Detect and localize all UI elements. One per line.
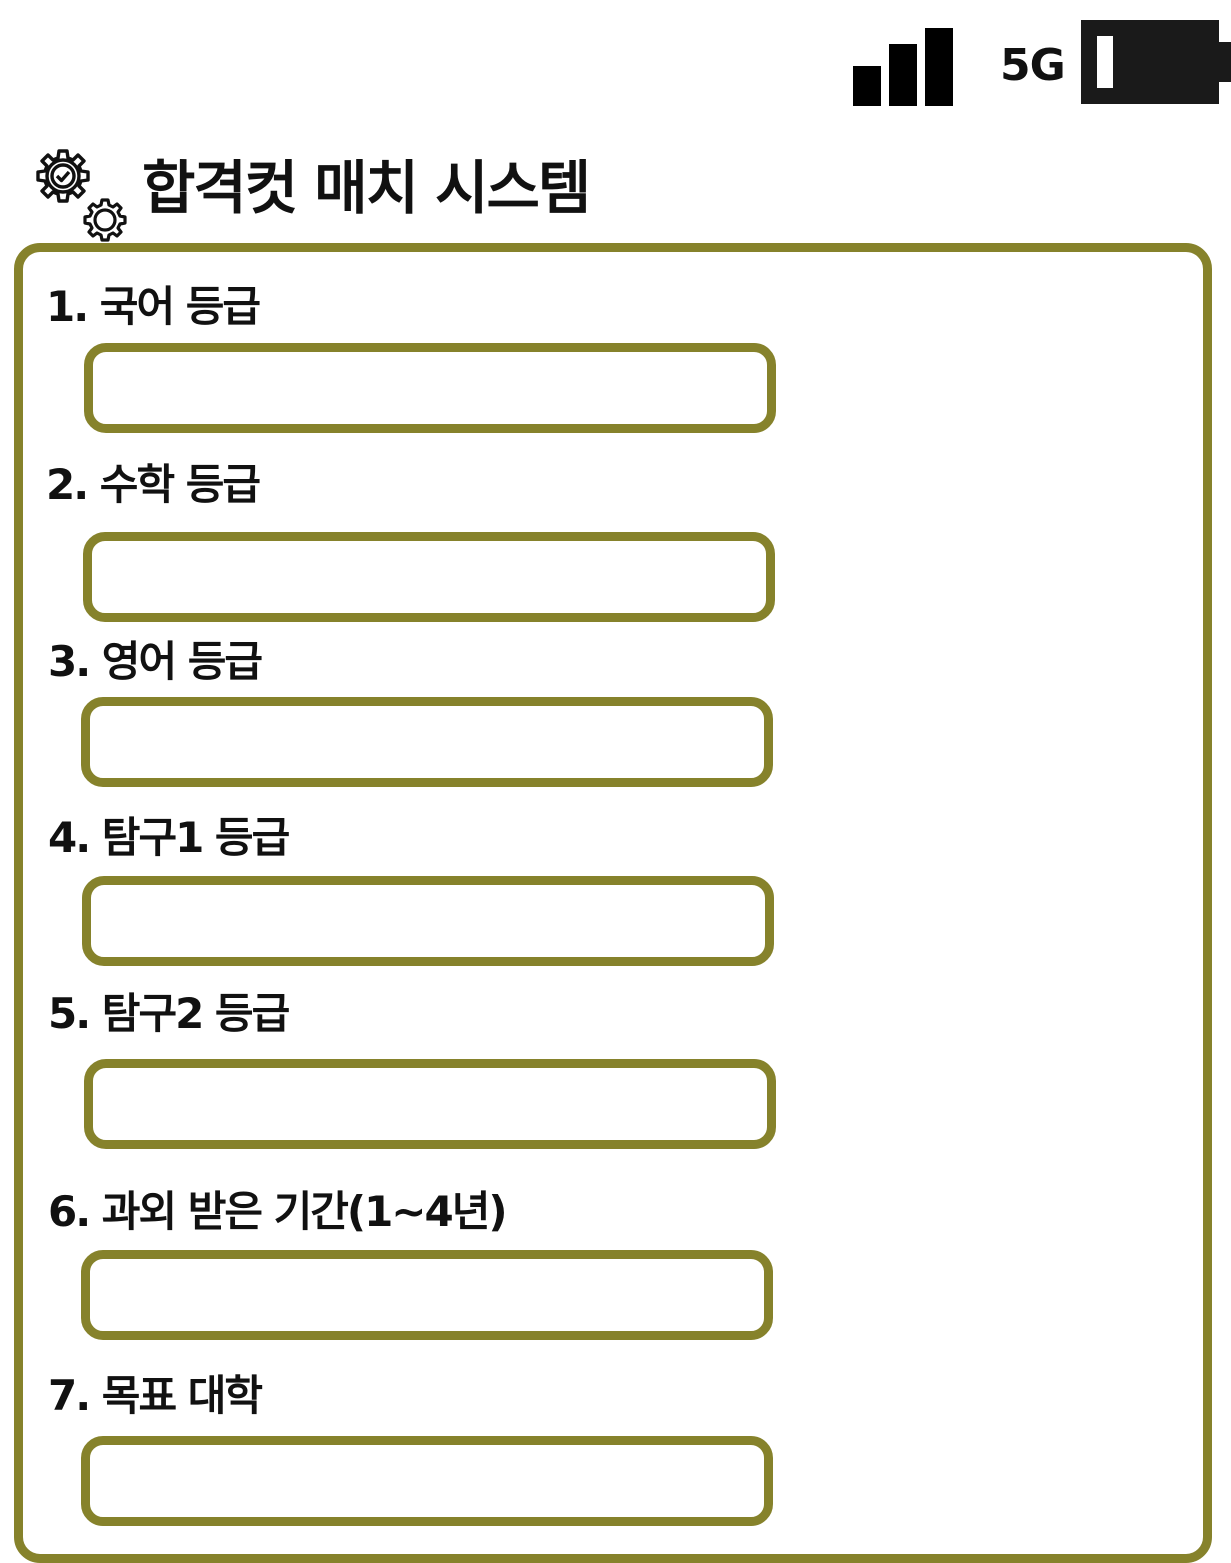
target-university-input[interactable] [81,1436,773,1526]
field-label-korean: 1. 국어 등급 [46,282,261,331]
field-label-math: 2. 수학 등급 [46,460,261,509]
korean-grade-input[interactable] [84,343,776,433]
field-label-target-university: 7. 목표 대학 [48,1371,263,1420]
signal-bars-icon [853,28,953,106]
page-title: 합격컷 매치 시스템 [142,154,591,222]
gear-check-icon [36,149,127,242]
field-label-inquiry1: 4. 탐구1 등급 [48,813,290,862]
field-label-tutoring-period: 6. 과외 받은 기간(1~4년) [48,1187,508,1236]
math-grade-input[interactable] [83,532,775,622]
tutoring-period-input[interactable] [81,1250,773,1340]
battery-icon [1081,20,1231,104]
field-label-english: 3. 영어 등급 [48,637,263,686]
english-grade-input[interactable] [81,697,773,787]
app-header: 합격컷 매치 시스템 [30,148,730,244]
inquiry2-grade-input[interactable] [84,1059,776,1149]
status-bar: 5G [0,0,1231,120]
network-type: 5G [1000,40,1066,91]
battery-level-fill [1097,36,1113,88]
field-label-inquiry2: 5. 탐구2 등급 [48,989,290,1038]
inquiry1-grade-input[interactable] [82,876,774,966]
